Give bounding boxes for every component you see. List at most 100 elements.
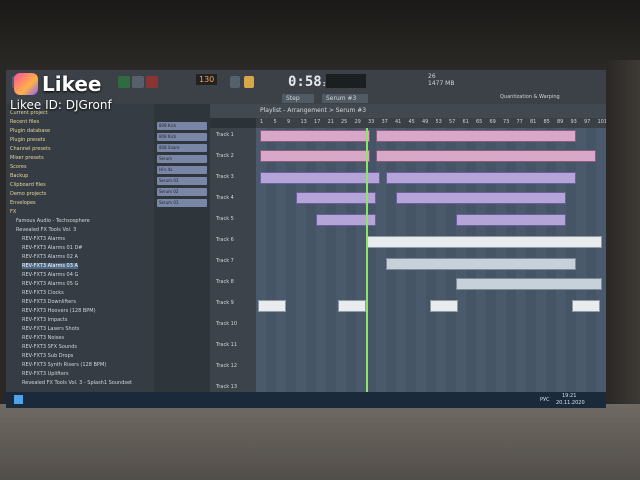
browser-item[interactable]: Envelopes [10,200,36,206]
browser-item[interactable]: REV-FXT3 Clocks [22,290,64,296]
ruler-tick: 77 [516,119,523,125]
browser-item[interactable]: REV-FXT3 Alarms 03 A [22,263,78,269]
channel-button[interactable]: 808 Kick [157,133,207,141]
browser-item[interactable]: REV-FXT3 Alarms 01 D# [22,245,83,251]
track-label[interactable]: Track 11 [216,342,237,348]
pattern-clip[interactable] [260,130,370,142]
track-label[interactable]: Track 1 [216,132,234,138]
browser-item[interactable]: FX [10,209,16,215]
browser-item[interactable]: REV-FXT3 Alarms 05 G [22,281,78,287]
record-button[interactable] [146,76,158,88]
pattern-clip[interactable] [366,236,602,248]
play-button[interactable] [118,76,130,88]
audio-clip[interactable] [386,258,576,270]
track-label[interactable]: Track 9 [216,300,234,306]
browser-item[interactable]: REV-FXT3 Impacts [22,317,68,323]
pattern-clip[interactable] [456,214,566,226]
channel-button[interactable]: Hi's 4x [157,166,207,174]
ruler-tick: 65 [476,119,483,125]
pattern-clip[interactable] [296,192,376,204]
ruler-tick: 89 [557,119,564,125]
browser-item[interactable]: Plugin database [10,128,50,134]
channel-button[interactable]: Serum 01 [157,199,207,207]
browser-item[interactable]: REV-FXT3 Alarms 04 G [22,272,78,278]
browser-item[interactable]: REV-FXT3 Sub Drops [22,353,73,359]
pattern-clip[interactable] [386,172,576,184]
browser-item[interactable]: Plugin presets [10,137,45,143]
browser-item[interactable]: Mixer presets [10,155,44,161]
pattern-clip[interactable] [376,130,576,142]
audio-clip[interactable] [572,300,600,312]
tempo-display[interactable]: 130 [196,74,218,85]
playlist-grid[interactable] [256,128,606,392]
clock-time[interactable]: 19:21 [562,393,576,399]
track-label[interactable]: Track 4 [216,195,234,201]
likee-heart-icon [14,73,38,95]
browser-item[interactable]: Revealed FX Tools Vol. 3 - Splash1 Sound… [22,380,132,386]
browser-item[interactable]: REV-FXT3 Alarms 02 A [22,254,78,260]
browser-item[interactable]: REV-FXT3 Lasers Shots [22,326,79,332]
browser-item[interactable]: Scores [10,164,27,170]
track-label[interactable]: Track 7 [216,258,234,264]
photo-frame-top [0,0,640,70]
playlist-title[interactable]: Playlist - Arrangement > Serum #3 [210,104,606,118]
track-label[interactable]: Track 10 [216,321,237,327]
ruler-tick: 81 [530,119,537,125]
pattern-clip[interactable] [396,192,566,204]
track-label[interactable]: Track 6 [216,237,234,243]
browser-item[interactable]: Channel presets [10,146,51,152]
browser-item[interactable]: Clipboard files [10,182,46,188]
track-label[interactable]: Track 2 [216,153,234,159]
metronome-button[interactable] [230,76,240,88]
channel-button[interactable]: Serum 03 [157,177,207,185]
windows-taskbar: РУС 19:21 20.11.2020 [6,392,606,408]
audio-clip[interactable] [430,300,458,312]
channel-button[interactable]: 808 Kick [157,122,207,130]
browser-item[interactable]: Demo projects [10,191,46,197]
browser-item[interactable]: Backup [10,173,28,179]
track-label[interactable]: Track 3 [216,174,234,180]
ruler-tick: 73 [503,119,510,125]
windows-start-icon[interactable] [14,395,23,404]
ruler-tick: 21 [327,119,334,125]
browser-item[interactable]: Recent files [10,119,39,125]
audio-clip[interactable] [456,278,602,290]
ruler-tick: 49 [422,119,429,125]
pattern-select[interactable]: Serum #3 [322,94,368,103]
audio-clip[interactable] [338,300,366,312]
browser-item[interactable]: Famous Audio - Techsosphere [16,218,90,224]
browser-item[interactable]: Revealed FX Tools Vol. 3 [16,227,76,233]
ruler-tick: 1 [260,119,264,125]
audio-clip[interactable] [258,300,286,312]
browser-item[interactable]: REV-FXT3 Synth Risers (128 BPM) [22,362,106,368]
browser-item[interactable]: REV-FXT3 Noises [22,335,64,341]
channel-button[interactable]: 808 Snare [157,144,207,152]
track-label[interactable]: Track 12 [216,363,237,369]
clock-date[interactable]: 20.11.2020 [556,400,585,406]
browser-item[interactable]: REV-FXT3 Hoovers (128 BPM) [22,308,96,314]
ruler-tick: 45 [408,119,415,125]
pattern-clip[interactable] [260,172,380,184]
pattern-clip[interactable] [260,150,370,162]
channel-button[interactable]: Serum 02 [157,188,207,196]
browser-item[interactable]: REV-FXT3 SFX Sounds [22,344,77,350]
language-indicator[interactable]: РУС [540,397,550,403]
cpu-meter: 26 1477 MB [428,73,455,87]
channel-rack: 808 Kick 808 Kick 808 Snare Serum Hi's 4x Ser… [154,104,210,392]
track-label[interactable]: Track 13 [216,384,237,390]
browser-item[interactable]: REV-FXT3 Downlifters [22,299,76,305]
channel-button[interactable]: Serum [157,155,207,163]
browser-item[interactable]: REV-FXT3 Alarms [22,236,65,242]
browser-item[interactable]: REV-FXT3 Uplifters [22,371,69,377]
track-label[interactable]: Track 8 [216,279,234,285]
stop-button[interactable] [132,76,144,88]
timeline-ruler[interactable]: 1 5 9 13 17 21 25 29 33 37 41 45 49 53 57 61 65 69 73 77 81 8… [256,118,606,128]
hint-bar: Quantization & Warping [500,94,560,100]
snap-select[interactable]: Step [282,94,314,103]
ruler-tick: 61 [462,119,469,125]
ruler-tick: 9 [287,119,291,125]
pattern-clip[interactable] [376,150,596,162]
playhead[interactable] [366,128,368,392]
track-label[interactable]: Track 5 [216,216,234,222]
pattern-song-toggle[interactable] [244,76,254,88]
